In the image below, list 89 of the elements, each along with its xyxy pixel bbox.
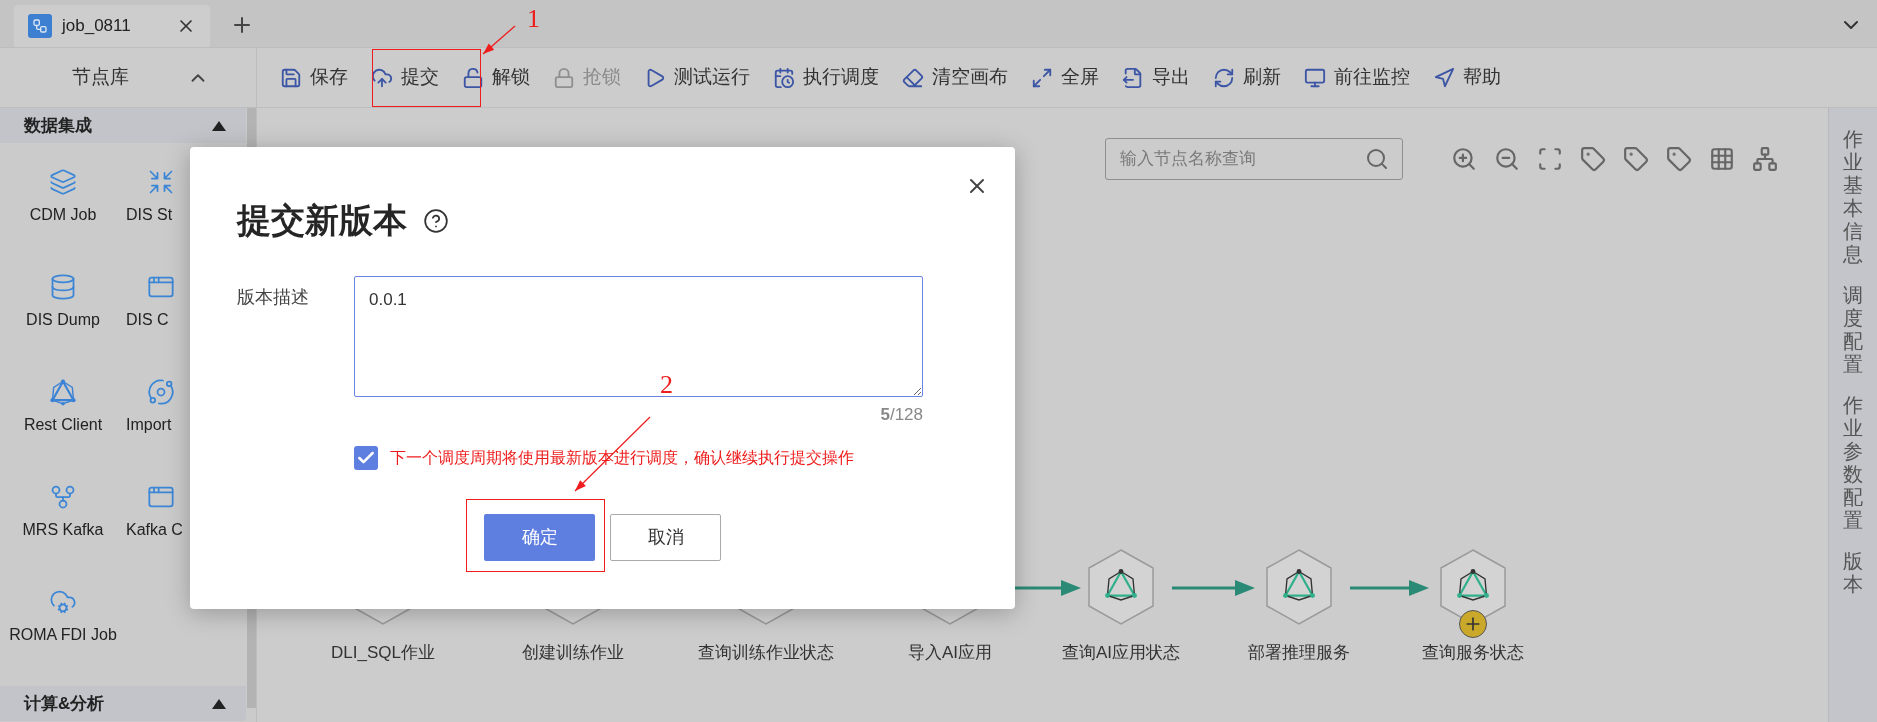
panel-title: 节点库 — [71, 65, 129, 90]
item-label: DIS C — [126, 310, 169, 330]
cloud-upload-icon — [371, 66, 393, 89]
item-label: Import — [126, 415, 172, 435]
node-label: 查询服务状态 — [1422, 642, 1524, 664]
field-label: 版本描述 — [237, 286, 310, 309]
tag-icon[interactable] — [1580, 146, 1606, 172]
grid-icon[interactable] — [1709, 146, 1735, 172]
annotation-number: 1 — [527, 6, 540, 32]
node-library-item[interactable]: Rest Client — [0, 353, 126, 458]
section-header[interactable]: 计算&分析 — [0, 686, 246, 721]
node-label: 部署推理服务 — [1248, 642, 1350, 664]
node-library-item[interactable]: Kafka C — [126, 458, 246, 563]
add-icon[interactable] — [1459, 610, 1487, 638]
toolbar-button[interactable]: 测试运行 — [644, 57, 750, 98]
collapse-icon — [212, 698, 226, 709]
tab-label: job_0811 — [62, 15, 131, 38]
character-counter: 5/128 — [880, 404, 923, 426]
node-library-item[interactable]: MRS Kafka — [0, 458, 126, 563]
zoom-in-icon[interactable] — [1451, 146, 1477, 172]
side-panel-tab[interactable]: 版本 — [1843, 550, 1863, 596]
node-library-item[interactable]: CDM Job — [0, 143, 126, 248]
collapse-icon — [212, 120, 226, 131]
toolbar-button[interactable]: 帮助 — [1433, 57, 1501, 98]
node-label: 导入AI应用 — [907, 642, 993, 664]
zoom-out-icon[interactable] — [1494, 146, 1520, 172]
section-title: 计算&分析 — [24, 692, 105, 715]
cancel-button[interactable]: 取消 — [610, 513, 721, 561]
search-icon[interactable] — [1365, 147, 1389, 171]
item-label: Rest Client — [22, 415, 104, 435]
cloud-icon — [49, 588, 77, 616]
item-label: DIS Dump — [25, 310, 101, 330]
help-icon[interactable] — [423, 207, 449, 234]
layers-icon — [49, 168, 77, 196]
side-panel-tab[interactable]: 作业基本信息 — [1843, 128, 1863, 266]
toolbar-button[interactable]: 保存 — [280, 57, 348, 98]
connector-arrow — [1014, 578, 1081, 598]
toolbar-button[interactable]: 清空画布 — [902, 57, 1008, 98]
hierarchy-icon[interactable] — [1752, 146, 1778, 172]
save-icon — [280, 66, 302, 89]
refresh-icon — [1213, 66, 1235, 89]
monitor-icon — [1304, 66, 1326, 89]
file-export-icon — [1122, 66, 1144, 89]
lock-icon — [553, 66, 575, 89]
section-title: 数据集成 — [24, 114, 92, 137]
node-label: 查询AI应用状态 — [1061, 642, 1181, 664]
item-label: Kafka C — [126, 520, 183, 540]
unlock-icon — [462, 66, 484, 89]
tag-icon[interactable] — [1666, 146, 1692, 172]
annotation-number: 2 — [660, 372, 673, 398]
side-panel-tab[interactable]: 调度配置 — [1843, 284, 1863, 376]
node-label: DLI_SQL作业 — [331, 642, 435, 664]
orbit-icon — [147, 378, 175, 406]
item-label: CDM Job — [28, 205, 98, 225]
triangle-network-icon — [49, 378, 77, 406]
toolbar-button[interactable]: 前往监控 — [1304, 57, 1410, 98]
search-field[interactable]: 输入节点名称查询 — [1105, 138, 1403, 180]
item-label: ROMA FDI Job — [8, 625, 118, 645]
toolbar-button[interactable]: 导出 — [1122, 57, 1190, 98]
item-label: MRS Kafka — [21, 520, 105, 540]
eraser-icon — [902, 66, 924, 89]
toolbar-button[interactable]: 解锁 — [462, 57, 530, 98]
tag-icon[interactable] — [1623, 146, 1649, 172]
item-label: DIS St — [126, 205, 173, 225]
branch-icon — [49, 483, 77, 511]
node-library-item[interactable]: Import — [126, 353, 246, 458]
tab[interactable]: job_0811 — [14, 5, 210, 47]
fit-screen-icon[interactable] — [1537, 146, 1563, 172]
toolbar-button[interactable]: 执行调度 — [773, 57, 879, 98]
arrows-icon — [147, 168, 175, 196]
node-library-item[interactable]: ROMA FDI Job — [0, 563, 126, 668]
database-icon — [49, 273, 77, 301]
toolbar-button[interactable]: 提交 — [371, 57, 439, 98]
side-panel-tab[interactable]: 作业参数配置 — [1843, 394, 1863, 532]
navigation-icon — [1433, 66, 1455, 89]
node-label: 查询训练作业状态 — [698, 642, 834, 664]
confirm-button[interactable]: 确定 — [484, 513, 595, 561]
workflow-icon — [28, 14, 52, 38]
hexagon-node[interactable] — [1264, 548, 1334, 626]
dialog-title: 提交新版本 — [237, 200, 407, 241]
expand-icon — [1031, 66, 1053, 89]
section-header[interactable]: 数据集成 — [0, 108, 246, 143]
calendar-icon — [773, 66, 795, 89]
toolbar-button[interactable]: 全屏 — [1031, 57, 1099, 98]
node-library-item[interactable]: DIS Dump — [0, 248, 126, 353]
toolbar-button[interactable]: 刷新 — [1213, 57, 1281, 98]
checkbox[interactable] — [354, 445, 378, 470]
node-label: 创建训练作业 — [522, 642, 624, 664]
hexagon-node[interactable] — [1086, 548, 1156, 626]
